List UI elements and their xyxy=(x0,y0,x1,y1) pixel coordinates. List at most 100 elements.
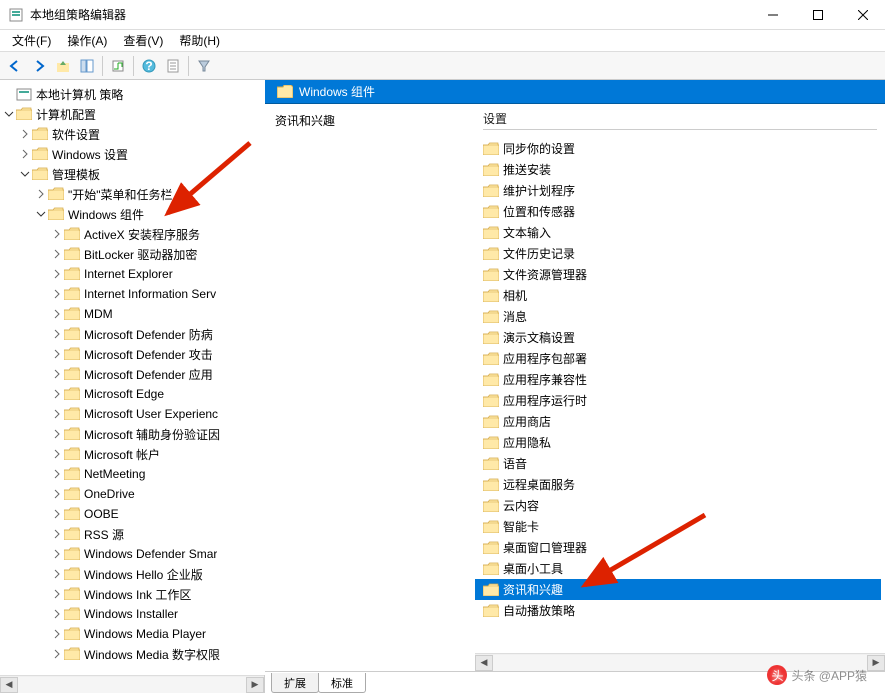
menu-file[interactable]: 文件(F) xyxy=(4,30,59,51)
tree-caret-icon[interactable] xyxy=(18,127,32,141)
tree-caret-icon[interactable] xyxy=(50,567,64,581)
tree-component-12[interactable]: NetMeeting xyxy=(2,464,263,484)
tree-component-4[interactable]: MDM xyxy=(2,304,263,324)
tree-caret-icon[interactable] xyxy=(50,387,64,401)
tree-component-21[interactable]: Windows Media 数字权限 xyxy=(2,644,263,664)
setting-item[interactable]: 语音 xyxy=(475,453,881,474)
tree-component-6[interactable]: Microsoft Defender 攻击 xyxy=(2,344,263,364)
setting-item[interactable]: 应用商店 xyxy=(475,411,881,432)
setting-item[interactable]: 智能卡 xyxy=(475,516,881,537)
tree-component-9[interactable]: Microsoft User Experienc xyxy=(2,404,263,424)
tree-component-5[interactable]: Microsoft Defender 防病 xyxy=(2,324,263,344)
tree-caret-icon[interactable] xyxy=(50,327,64,341)
forward-icon[interactable] xyxy=(28,55,50,77)
scroll-right-button[interactable]: ▶ xyxy=(867,655,885,671)
tree-component-3[interactable]: Internet Information Serv xyxy=(2,284,263,304)
tree-component-1[interactable]: BitLocker 驱动器加密 xyxy=(2,244,263,264)
tree-caret-icon[interactable] xyxy=(50,247,64,261)
setting-item[interactable]: 推送安装 xyxy=(475,159,881,180)
tree-caret-icon[interactable] xyxy=(50,647,64,661)
setting-item[interactable]: 远程桌面服务 xyxy=(475,474,881,495)
tree-component-15[interactable]: RSS 源 xyxy=(2,524,263,544)
tree-caret-icon[interactable] xyxy=(50,467,64,481)
tree-caret-icon[interactable] xyxy=(50,547,64,561)
setting-item[interactable]: 自动播放策略 xyxy=(475,600,881,621)
tree-caret-icon[interactable] xyxy=(50,347,64,361)
settings-list[interactable]: 同步你的设置 推送安装 维护计划程序 位置和传感器 文本输入 文件历史记录 文件… xyxy=(475,138,885,621)
setting-item[interactable]: 文件历史记录 xyxy=(475,243,881,264)
tree-windows-settings[interactable]: Windows 设置 xyxy=(2,144,263,164)
menu-help[interactable]: 帮助(H) xyxy=(171,30,228,51)
tree-computer-config[interactable]: 计算机配置 xyxy=(2,104,263,124)
tree-component-8[interactable]: Microsoft Edge xyxy=(2,384,263,404)
tree-component-2[interactable]: Internet Explorer xyxy=(2,264,263,284)
menu-view[interactable]: 查看(V) xyxy=(115,30,171,51)
tree-caret-icon[interactable] xyxy=(50,367,64,381)
tree-software-settings[interactable]: 软件设置 xyxy=(2,124,263,144)
tree-caret-icon[interactable] xyxy=(34,187,48,201)
tree-component-17[interactable]: Windows Hello 企业版 xyxy=(2,564,263,584)
close-button[interactable] xyxy=(840,0,885,30)
setting-item[interactable]: 文本输入 xyxy=(475,222,881,243)
tree-caret-icon[interactable] xyxy=(18,147,32,161)
tab-extended[interactable]: 扩展 xyxy=(271,673,319,693)
setting-item[interactable]: 相机 xyxy=(475,285,881,306)
tree-caret-icon[interactable] xyxy=(50,447,64,461)
tree-component-14[interactable]: OOBE xyxy=(2,504,263,524)
tree-caret-icon[interactable] xyxy=(2,107,16,121)
tree-component-18[interactable]: Windows Ink 工作区 xyxy=(2,584,263,604)
tree-component-13[interactable]: OneDrive xyxy=(2,484,263,504)
setting-item[interactable]: 应用隐私 xyxy=(475,432,881,453)
tree-caret-icon[interactable] xyxy=(50,307,64,321)
show-hide-icon[interactable] xyxy=(76,55,98,77)
up-icon[interactable] xyxy=(52,55,74,77)
tree-admin-templates[interactable]: 管理模板 xyxy=(2,164,263,184)
back-icon[interactable] xyxy=(4,55,26,77)
left-horizontal-scrollbar[interactable]: ◀ ▶ xyxy=(0,675,264,693)
tree-caret-icon[interactable] xyxy=(50,587,64,601)
setting-item[interactable]: 应用程序兼容性 xyxy=(475,369,881,390)
tree-caret-icon[interactable] xyxy=(18,167,32,181)
scroll-left-button[interactable]: ◀ xyxy=(475,655,493,671)
tree-component-16[interactable]: Windows Defender Smar xyxy=(2,544,263,564)
setting-item[interactable]: 应用程序包部署 xyxy=(475,348,881,369)
export-icon[interactable] xyxy=(107,55,129,77)
tree-component-10[interactable]: Microsoft 辅助身份验证因 xyxy=(2,424,263,444)
tree-caret-icon[interactable] xyxy=(50,427,64,441)
tree-caret-icon[interactable] xyxy=(50,507,64,521)
tree-caret-icon[interactable] xyxy=(50,407,64,421)
tree-component-11[interactable]: Microsoft 帐户 xyxy=(2,444,263,464)
setting-item[interactable]: 消息 xyxy=(475,306,881,327)
setting-item[interactable]: 桌面窗口管理器 xyxy=(475,537,881,558)
scroll-track[interactable] xyxy=(18,677,246,693)
minimize-button[interactable] xyxy=(750,0,795,30)
setting-item[interactable]: 同步你的设置 xyxy=(475,138,881,159)
settings-column-header[interactable]: 设置 xyxy=(483,108,877,130)
tree-component-19[interactable]: Windows Installer xyxy=(2,604,263,624)
setting-item[interactable]: 云内容 xyxy=(475,495,881,516)
filter-icon[interactable] xyxy=(193,55,215,77)
tree-view[interactable]: 本地计算机 策略 计算机配置 软件设置 Windows 设置 管理模板 "开始"… xyxy=(0,80,265,675)
setting-item[interactable]: 桌面小工具 xyxy=(475,558,881,579)
tree-component-0[interactable]: ActiveX 安装程序服务 xyxy=(2,224,263,244)
tree-component-20[interactable]: Windows Media Player xyxy=(2,624,263,644)
setting-item[interactable]: 演示文稿设置 xyxy=(475,327,881,348)
tab-standard[interactable]: 标准 xyxy=(318,673,366,693)
tree-caret-icon[interactable] xyxy=(34,207,48,221)
setting-item[interactable]: 维护计划程序 xyxy=(475,180,881,201)
help-icon[interactable]: ? xyxy=(138,55,160,77)
tree-caret-icon[interactable] xyxy=(50,267,64,281)
setting-item[interactable]: 应用程序运行时 xyxy=(475,390,881,411)
maximize-button[interactable] xyxy=(795,0,840,30)
setting-item[interactable]: 位置和传感器 xyxy=(475,201,881,222)
scroll-right-button[interactable]: ▶ xyxy=(246,677,264,693)
tree-caret-icon[interactable] xyxy=(50,287,64,301)
setting-item[interactable]: 资讯和兴趣 xyxy=(475,579,881,600)
tree-caret-icon[interactable] xyxy=(50,527,64,541)
scroll-left-button[interactable]: ◀ xyxy=(0,677,18,693)
tree-caret-icon[interactable] xyxy=(50,607,64,621)
menu-action[interactable]: 操作(A) xyxy=(59,30,115,51)
tree-start-menu[interactable]: "开始"菜单和任务栏 xyxy=(2,184,263,204)
tree-caret-icon[interactable] xyxy=(50,627,64,641)
properties-icon[interactable] xyxy=(162,55,184,77)
